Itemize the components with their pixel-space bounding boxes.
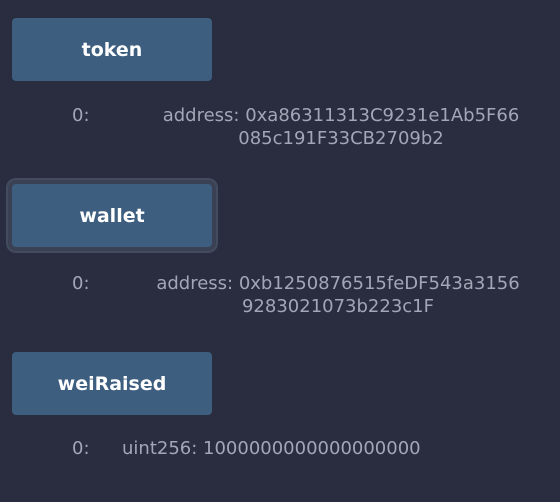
result-index: 0: — [72, 273, 90, 294]
address-suffix: 085c191F33CB2709b2 — [238, 128, 444, 149]
result-index: 0: — [72, 438, 90, 459]
address-prefix: address: 0xb1250876515feDF543a3156 — [156, 273, 520, 294]
result-value: address: 0xb1250876515feDF543a3156 92830… — [123, 272, 553, 318]
address-prefix: address: 0xa86311313C9231e1Ab5F66 — [162, 105, 520, 126]
result-value: address: 0xa86311313C9231e1Ab5F66 085c19… — [126, 104, 556, 150]
token-result: 0: address: 0xa86311313C9231e1Ab5F66 085… — [72, 104, 558, 150]
result-index: 0: — [72, 105, 90, 126]
wallet-result: 0: address: 0xb1250876515feDF543a3156 92… — [72, 272, 558, 318]
weiraised-result: 0: uint256: 1000000000000000000 — [72, 437, 558, 460]
result-value: uint256: 1000000000000000000 — [122, 438, 421, 459]
wallet-button[interactable]: wallet — [12, 184, 212, 247]
weiraised-button[interactable]: weiRaised — [12, 352, 212, 415]
token-button[interactable]: token — [12, 18, 212, 81]
address-suffix: 9283021073b223c1F — [241, 296, 434, 317]
